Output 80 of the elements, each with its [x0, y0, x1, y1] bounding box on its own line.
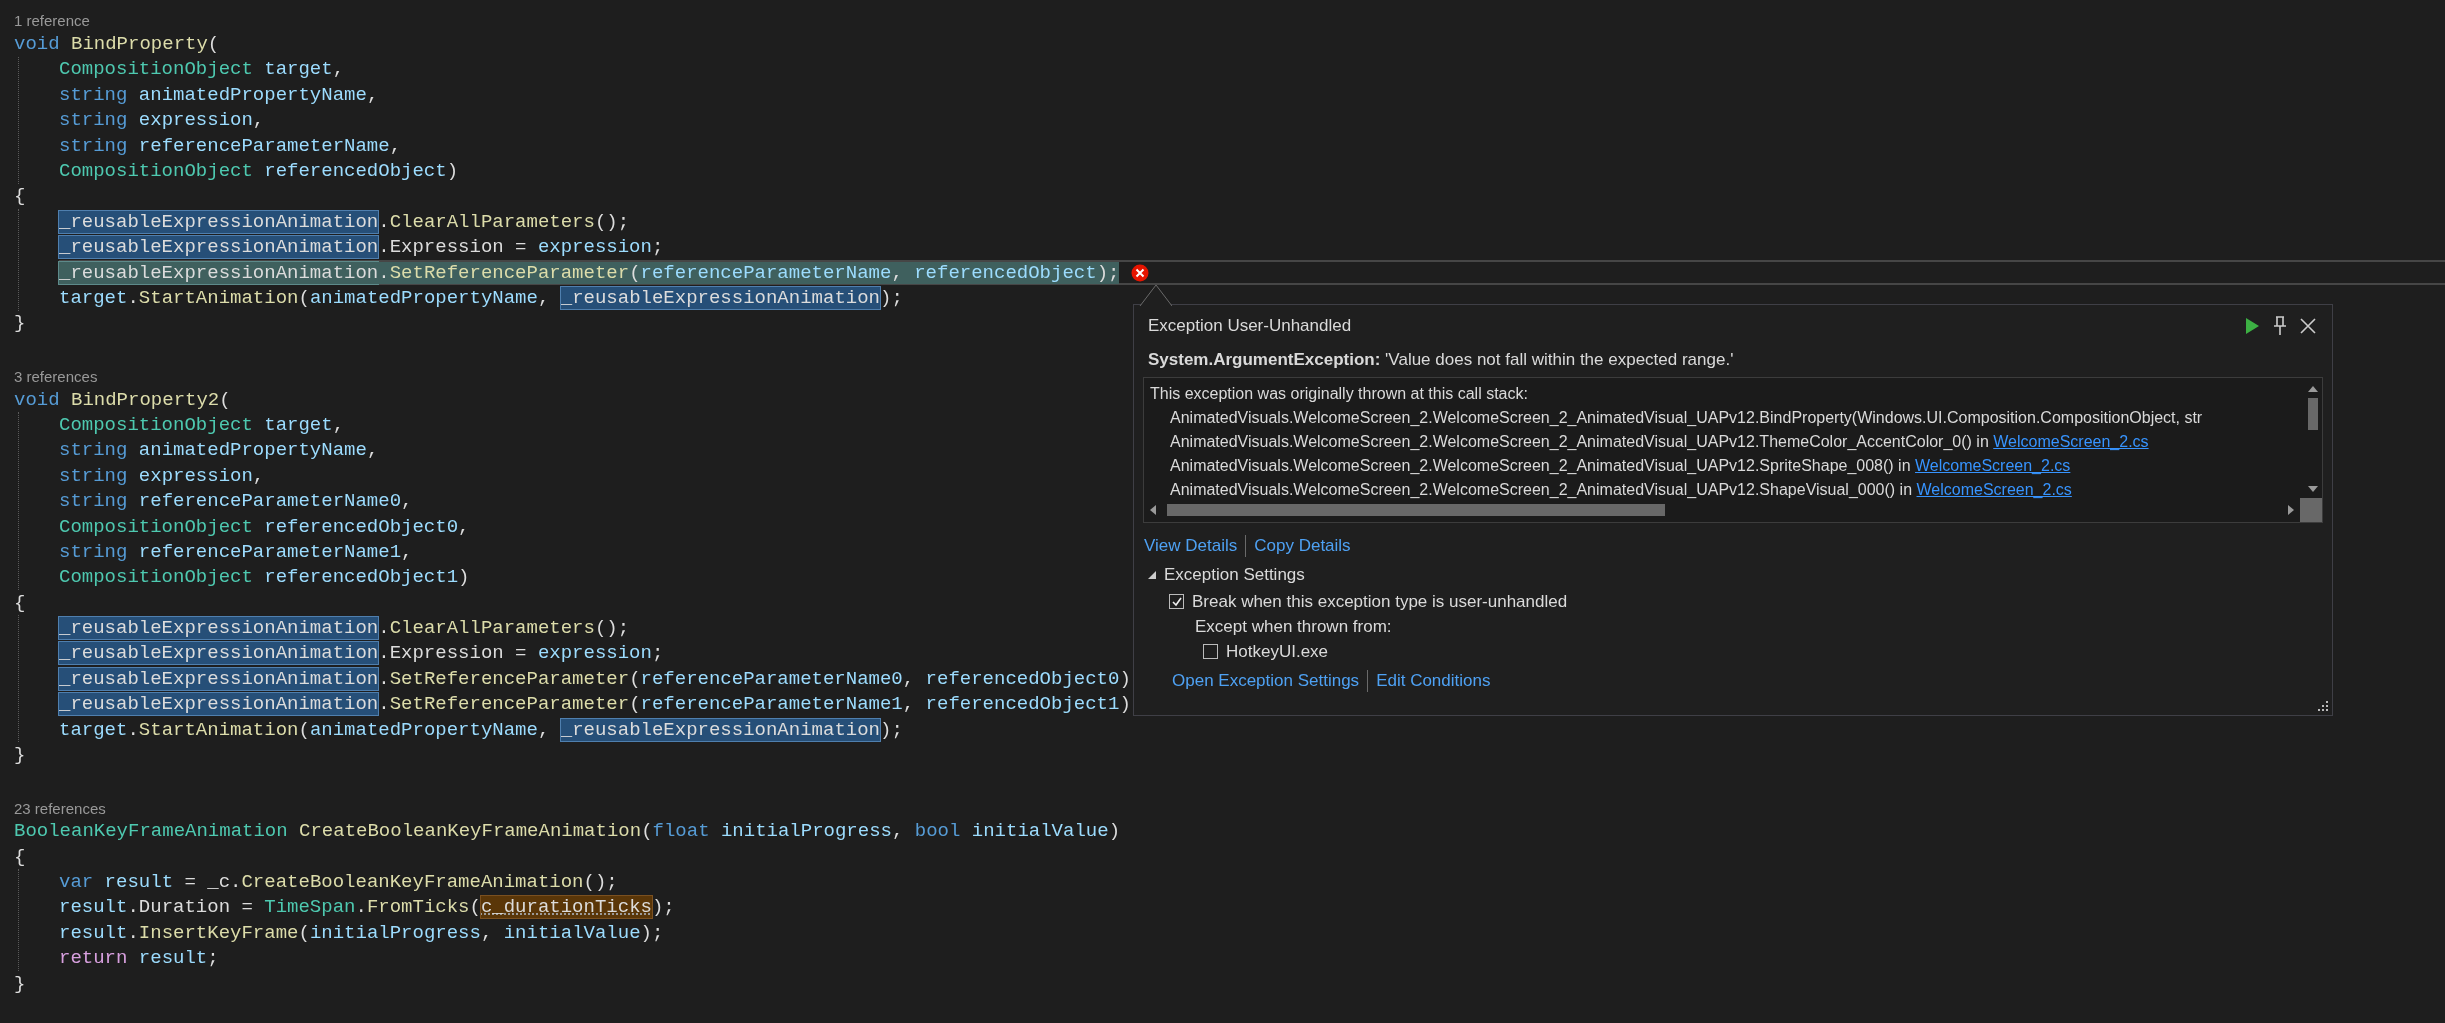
code-text: CompositionObject referencedObject1) [59, 566, 470, 589]
code-text: result.Duration = TimeSpan.FromTicks( [59, 896, 481, 919]
code-text: .SetReferenceParameter(referenceParameterName1, referencedObject1) [378, 693, 1131, 716]
link[interactable]: Edit Conditions [1376, 668, 1491, 694]
code-text: CompositionObject target, [59, 413, 345, 436]
code-text: .SetReferenceParameter(referenceParameterName, referencedObject); [378, 261, 1120, 284]
scroll-down-icon[interactable] [2307, 484, 2319, 494]
code-text: BooleanKeyFrameAnimation CreateBooleanKeyFrameAnimation(float initialProgress, bool initialValue) [14, 820, 1121, 843]
checkbox[interactable] [1169, 594, 1184, 609]
expand-icon[interactable] [1146, 569, 1158, 581]
code-text: string referenceParameterName, [59, 134, 402, 157]
resize-grip-icon[interactable] [2317, 700, 2329, 712]
stack-frame: AnimatedVisuals.WelcomeScreen_2.WelcomeScreen_2_AnimatedVisual_UAPv12.ThemeColor_AccentColor_0() in WelcomeScreen_2.cs [1150, 430, 2304, 454]
highlighted-symbol: _reusableExpressionAnimation [59, 236, 379, 259]
stack-frame: AnimatedVisuals.WelcomeScreen_2.WelcomeScreen_2_AnimatedVisual_UAPv12.SpriteShape_008() in WelcomeScreen_2.cs [1150, 454, 2304, 478]
link[interactable]: Open Exception Settings [1172, 668, 1360, 694]
highlighted-symbol: _reusableExpressionAnimation [59, 261, 379, 284]
highlighted-symbol: _reusableExpressionAnimation [59, 693, 379, 716]
highlighted-symbol: _reusableExpressionAnimation [59, 667, 379, 690]
code-text: .ClearAllParameters(); [378, 210, 630, 233]
code-text: void BindProperty( [14, 33, 220, 56]
code-text: string expression, [59, 109, 265, 132]
checkbox[interactable] [1203, 644, 1218, 659]
code-text: .Expression = expression; [378, 236, 664, 259]
code-text: CompositionObject referencedObject0, [59, 515, 470, 538]
highlighted-symbol: c_durationTicks [480, 896, 652, 919]
code-text: string expression, [59, 464, 265, 487]
code-text: { [14, 185, 26, 208]
scroll-thumb[interactable] [1167, 504, 1665, 516]
reference-count[interactable]: 1 reference [14, 11, 90, 32]
call-stack-header: This exception was originally thrown at this call stack: [1150, 384, 1529, 404]
checkbox-label: HotkeyUI.exe [1226, 640, 1329, 663]
code-text: target.StartAnimation(animatedPropertyName, [59, 718, 551, 741]
exception-message: System.ArgumentException: 'Value does not fall within the expected range.' [1147, 349, 1735, 371]
code-text: } [14, 972, 26, 995]
except-label: Except when thrown from: [1194, 616, 1393, 638]
file-link[interactable]: WelcomeScreen_2.cs [1993, 433, 2149, 450]
link[interactable]: Copy Details [1254, 533, 1351, 559]
code-text: .ClearAllParameters(); [378, 617, 630, 640]
code-text: var result = _c.CreateBooleanKeyFrameAnimation(); [59, 870, 618, 893]
reference-count[interactable]: 23 references [14, 798, 106, 819]
code-text: } [14, 744, 26, 766]
code-text: CompositionObject target, [59, 58, 345, 81]
code-text: ); [880, 287, 903, 309]
code-text: result.InsertKeyFrame(initialProgress, initialValue); [59, 921, 664, 944]
file-link[interactable]: WelcomeScreen_2.cs [1916, 481, 2072, 498]
code-text: ); [651, 896, 675, 919]
code-text: return result; [59, 947, 219, 970]
code-text: target.StartAnimation(animatedPropertyName, [59, 287, 551, 309]
code-text: string referenceParameterName0, [59, 490, 413, 513]
highlighted-symbol: _reusableExpressionAnimation [59, 617, 379, 640]
file-link[interactable]: WelcomeScreen_2.cs [1915, 457, 2071, 474]
code-text: { [14, 591, 26, 614]
play-icon[interactable] [2244, 317, 2260, 335]
code-text: string animatedPropertyName, [59, 439, 379, 462]
scroll-thumb[interactable] [2308, 398, 2318, 430]
link[interactable]: View Details [1144, 533, 1238, 559]
code-text: string referenceParameterName1, [59, 540, 413, 563]
scroll-up-icon[interactable] [2307, 384, 2319, 394]
code-text: CompositionObject referencedObject) [59, 160, 459, 183]
checkbox-label: Break when this exception type is user-unhandled [1192, 590, 1568, 613]
code-text: void BindProperty2( [14, 388, 231, 411]
reference-count[interactable]: 3 references [14, 366, 98, 387]
code-text: .SetReferenceParameter(referenceParameterName0, referencedObject0) [378, 667, 1131, 690]
settings-heading: Exception Settings [1164, 564, 1305, 587]
scrollbar-corner [2300, 498, 2322, 522]
code-text: } [14, 312, 26, 335]
code-text: string animatedPropertyName, [59, 83, 379, 106]
pin-icon[interactable] [2273, 316, 2287, 336]
close-icon[interactable] [2299, 317, 2317, 335]
popup-title: Exception User-Unhandled [1148, 315, 1353, 338]
code-text: { [14, 845, 26, 868]
highlighted-symbol: _reusableExpressionAnimation [59, 642, 379, 665]
stack-frame: AnimatedVisuals.WelcomeScreen_2.WelcomeScreen_2_AnimatedVisual_UAPv12.BindProperty(Windows.UI.Composition.CompositionObject, str [1150, 406, 2304, 430]
highlighted-symbol: _reusableExpressionAnimation [560, 718, 880, 741]
stack-frame: AnimatedVisuals.WelcomeScreen_2.WelcomeScreen_2_AnimatedVisual_UAPv12.ShapeVisual_000() in WelcomeScreen_2.cs [1150, 478, 2304, 502]
code-text: .Expression = expression; [378, 642, 664, 665]
highlighted-symbol: _reusableExpressionAnimation [59, 210, 379, 233]
highlighted-symbol: _reusableExpressionAnimation [560, 287, 880, 309]
code-text: ); [880, 718, 903, 741]
